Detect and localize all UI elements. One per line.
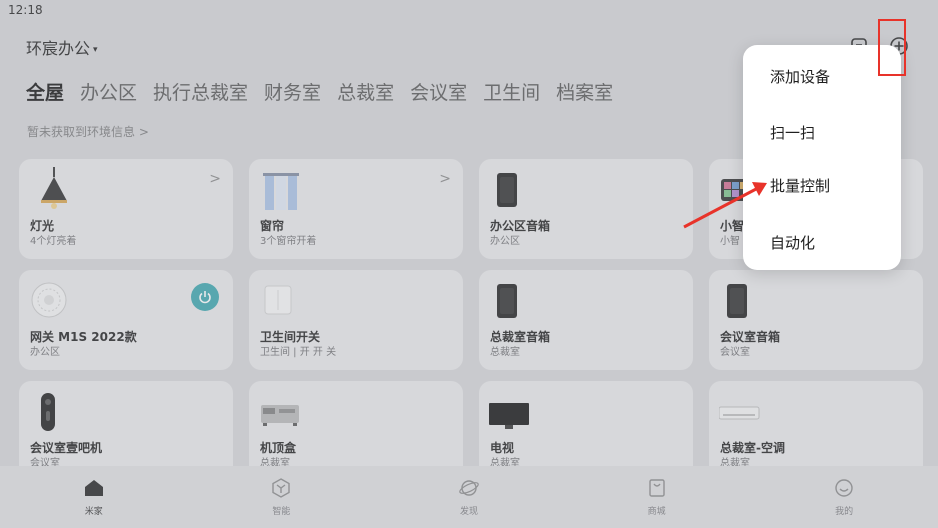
annotation-arrow-icon	[683, 182, 767, 229]
